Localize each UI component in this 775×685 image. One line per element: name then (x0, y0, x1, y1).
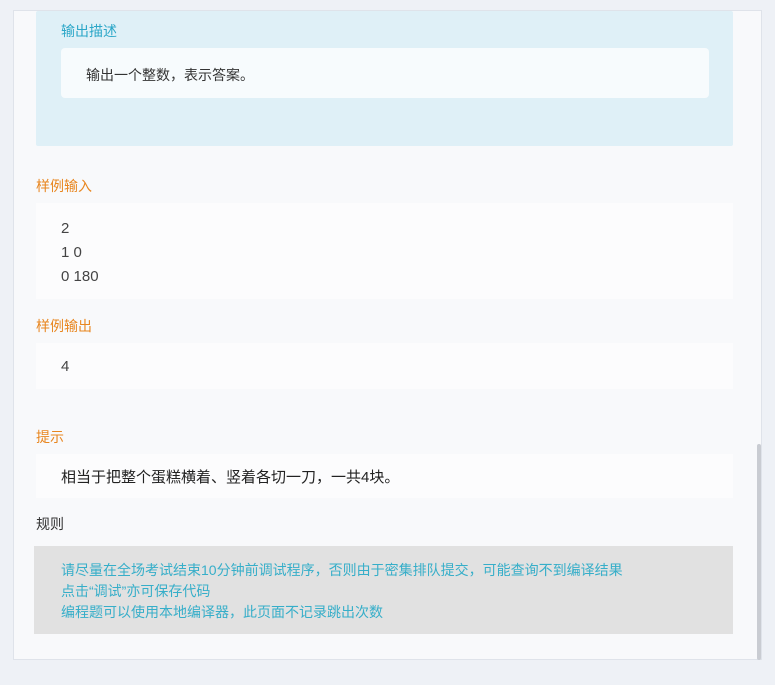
rule-line: 点击“调试”亦可保存代码 (61, 583, 211, 599)
output-description-text: 输出一个整数，表示答案。 (86, 67, 254, 83)
hint-box: 相当于把整个蛋糕横着、竖着各切一刀，一共4块。 (36, 454, 733, 498)
hint-text: 相当于把整个蛋糕横着、竖着各切一刀，一共4块。 (61, 469, 400, 486)
vertical-scrollbar[interactable] (757, 444, 761, 660)
sample-input-line: 0 180 (61, 268, 99, 285)
sample-input-box: 2 1 0 0 180 (36, 203, 733, 299)
rule-line: 编程题可以使用本地编译器，此页面不记录跳出次数 (61, 604, 383, 620)
problem-card: 输出描述 输出一个整数，表示答案。 样例输入 2 1 0 0 180 样例输出 … (13, 10, 762, 660)
sample-output-title: 样例输出 (36, 318, 92, 334)
sample-input-line: 1 0 (61, 244, 82, 261)
output-description-title: 输出描述 (61, 23, 117, 39)
output-description-box: 输出一个整数，表示答案。 (61, 48, 709, 98)
sample-output-box: 4 (36, 343, 733, 389)
output-description-panel: 输出描述 输出一个整数，表示答案。 (36, 11, 733, 146)
hint-title: 提示 (36, 429, 64, 445)
rules-box: 请尽量在全场考试结束10分钟前调试程序，否则由于密集排队提交，可能查询不到编译结… (34, 546, 733, 634)
rules-title: 规则 (36, 516, 64, 532)
sample-input-title: 样例输入 (36, 178, 92, 194)
rule-line: 请尽量在全场考试结束10分钟前调试程序，否则由于密集排队提交，可能查询不到编译结… (61, 562, 623, 578)
sample-input-line: 2 (61, 220, 70, 237)
sample-output-line: 4 (61, 358, 70, 375)
